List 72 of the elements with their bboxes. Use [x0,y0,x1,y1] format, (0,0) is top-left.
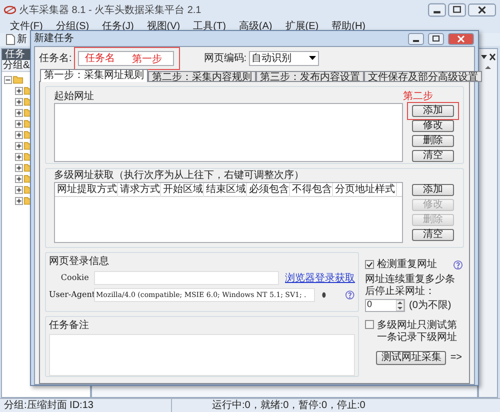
test-url-button[interactable]: 测试网址采集 [376,350,446,364]
checkbox-label: 多级网址只测试第一条记录下级网址 [377,320,458,344]
expand-icon[interactable] [15,186,23,194]
button[interactable]: 添加 [412,105,454,117]
field-label: 网址连续重复多少条后停止采网址： [365,274,456,298]
arrow-text: => [450,351,462,365]
column-header[interactable]: 网址提取方式 [55,183,118,197]
column-header[interactable]: 结束区域 [204,183,247,197]
button[interactable]: 添加 [412,184,454,196]
cookie-field[interactable] [94,271,279,285]
minimize-icon[interactable] [428,3,446,17]
column-header[interactable]: 开始区域 [161,183,204,197]
expand-icon[interactable] [15,98,23,106]
button[interactable]: 清空 [412,229,454,241]
expand-icon[interactable] [15,130,23,138]
expand-icon[interactable] [15,108,23,116]
column-header[interactable]: 分页地址样式 [333,183,397,197]
panel-menu-close-icon[interactable] [480,53,496,61]
help-icon[interactable] [453,260,463,270]
group-title: 网页登录信息 [49,256,110,268]
spin-arrows-icon[interactable] [396,300,404,310]
expand-icon[interactable] [15,86,23,94]
expand-icon[interactable] [15,120,23,128]
button[interactable]: 修改 [412,120,454,132]
tab[interactable]: 第一步：采集网址规则 [40,69,148,82]
maximize-icon[interactable] [448,3,466,17]
checkbox[interactable] [365,320,374,329]
toolbar-label: 新 [17,34,27,44]
number-spinner[interactable]: 0 [365,298,405,312]
minimize-icon[interactable] [407,32,425,44]
hint-text: (0为不限) [409,298,452,312]
checkbox-label: 检测重复网址 [377,258,437,272]
button[interactable]: 清空 [412,150,454,162]
collapse-icon[interactable] [4,76,12,84]
browser-login-link[interactable]: 浏览器登录获取 [285,270,355,286]
column-header: 分组& [2,60,30,71]
document-icon[interactable] [6,34,15,45]
expand-icon[interactable] [15,174,23,182]
expand-icon[interactable] [15,152,23,160]
dialog-title: 新建任务 [34,32,74,46]
expand-icon[interactable] [15,196,23,204]
multi-level-table[interactable]: 网址提取方式 请求方式 开始区域 结束区域 必须包含 不得包含 分页地址样式 [54,182,403,243]
group-title: 多级网址获取（执行次序为从上往下，右键可调整次序） [54,170,305,182]
tab[interactable]: 第三步：发布内容设置 [256,71,364,82]
start-url-list[interactable] [54,103,403,162]
app-logo-icon [4,5,16,15]
status-text: 分组:压缩封面 ID:13 [0,398,172,412]
field-label: 网页编码: [204,52,247,66]
scroll-up-icon[interactable] [484,65,492,70]
dot-icon[interactable] [322,292,326,298]
checkbox[interactable] [365,260,374,269]
notes-field[interactable] [49,334,355,376]
column-header[interactable]: 不得包含 [290,183,333,197]
column-header[interactable]: 请求方式 [118,183,161,197]
help-icon[interactable] [345,290,356,300]
field-label: Cookie [60,272,90,284]
group-title: 起始网址 [54,90,94,104]
window-title: 火车采集器 8.1 - 火车头数据采集平台 2.1 [19,4,202,18]
tab[interactable]: 文件保存及部分高级设置 [364,71,482,82]
annotation-label: 第二步 [403,90,433,104]
annotation-label: 第一步 [132,52,162,66]
maximize-icon[interactable] [427,32,445,44]
expand-icon[interactable] [15,164,23,172]
button[interactable]: 删除 [412,135,454,147]
column-header[interactable]: 必须包含 [247,183,290,197]
expand-icon[interactable] [15,142,23,150]
close-icon[interactable] [468,3,496,17]
status-text: 运行中:0，就绪:0，暂停:0，停止:0 [211,398,366,412]
group-title: 任务备注 [49,320,90,332]
encoding-select[interactable]: 自动识别 [248,50,319,66]
tab[interactable]: 第二步：采集内容规则 [148,71,256,82]
caret-icon [308,56,316,60]
